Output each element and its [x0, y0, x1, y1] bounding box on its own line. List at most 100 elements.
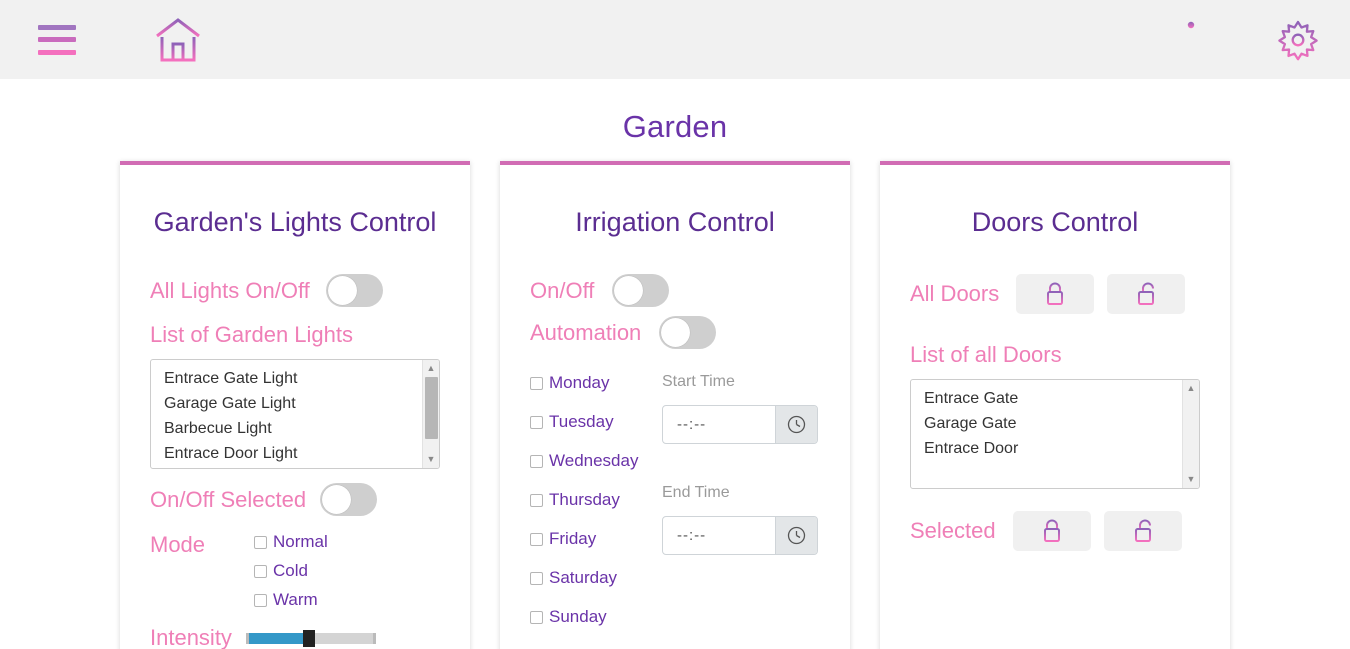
scrollbar-thumb[interactable]	[424, 377, 438, 439]
slider-end-cap	[372, 633, 376, 644]
mode-option-label: Normal	[273, 532, 328, 551]
irrigation-card-title: Irrigation Control	[575, 207, 775, 237]
day-label: Monday	[549, 373, 610, 392]
selected-lights-toggle-row: On/Off Selected	[150, 483, 440, 516]
day-label: Tuesday	[549, 412, 614, 431]
all-lights-label: All Lights On/Off	[150, 277, 310, 303]
list-item[interactable]: Barbecue Light	[164, 416, 439, 441]
checkbox-icon[interactable]	[530, 571, 543, 585]
lock-closed-icon	[1047, 282, 1064, 305]
day-checkbox-saturday[interactable]: Saturday	[530, 568, 662, 588]
checkbox-icon[interactable]	[254, 564, 267, 578]
start-time-field[interactable]: --:--	[662, 405, 818, 444]
selected-doors-unlock-button[interactable]	[1103, 511, 1182, 551]
day-checkbox-wednesday[interactable]: Wednesday	[530, 451, 662, 471]
mode-label: Mode	[150, 532, 206, 557]
lights-list-scrollbar[interactable]: ▲ ▼	[422, 360, 439, 468]
day-checkbox-friday[interactable]: Friday	[530, 529, 662, 549]
checkbox-icon[interactable]	[530, 493, 543, 507]
all-doors-label: All Doors	[910, 281, 1000, 306]
day-checkbox-tuesday[interactable]: Tuesday	[530, 412, 662, 432]
cards-container: Garden's Lights Control All Lights On/Of…	[0, 161, 1350, 649]
end-time-clock-icon[interactable]	[775, 517, 817, 554]
intensity-slider[interactable]	[245, 629, 376, 647]
list-item[interactable]: Entrace Gate Light	[164, 366, 439, 391]
day-label: Thursday	[549, 490, 620, 509]
hamburger-line-2	[38, 37, 76, 42]
list-item[interactable]: Garage Gate Light	[164, 391, 439, 416]
hamburger-line-3	[38, 49, 76, 55]
list-item[interactable]: Garage Gate	[924, 411, 1199, 436]
irrigation-control-card: Irrigation Control On/Off Automation Mon…	[500, 161, 850, 649]
lights-list-label: List of Garden Lights	[150, 322, 354, 347]
hamburger-line-1	[38, 24, 76, 30]
end-time-field[interactable]: --:--	[662, 516, 818, 555]
checkbox-icon[interactable]	[530, 532, 543, 546]
scrollbar-thumb[interactable]	[1185, 397, 1198, 471]
day-checkbox-thursday[interactable]: Thursday	[530, 490, 662, 510]
automation-row: Automation	[530, 316, 820, 349]
scroll-down-icon[interactable]: ▼	[427, 451, 436, 468]
start-time-value[interactable]: --:--	[663, 406, 775, 443]
page-title: Garden	[622, 109, 728, 144]
selected-doors-lock-button[interactable]	[1012, 511, 1091, 551]
checkbox-icon[interactable]	[530, 376, 543, 390]
intensity-label: Intensity	[150, 625, 232, 649]
intensity-row: Intensity	[150, 625, 440, 649]
irrigation-onoff-row: On/Off	[530, 274, 820, 307]
checkbox-icon[interactable]	[254, 593, 267, 607]
mode-option-cold[interactable]: Cold	[254, 561, 328, 581]
start-time-label: Start Time	[662, 373, 735, 390]
doors-list-items: Entrace Gate Garage Gate Entrace Door	[911, 380, 1199, 461]
onoff-selected-toggle[interactable]	[320, 483, 378, 516]
mode-option-normal[interactable]: Normal	[254, 532, 328, 552]
lock-open-icon	[1138, 282, 1155, 305]
irrigation-onoff-toggle[interactable]	[612, 274, 670, 307]
lights-card-title: Garden's Lights Control	[153, 207, 437, 237]
start-time-clock-icon[interactable]	[775, 406, 817, 443]
doors-card-title: Doors Control	[971, 207, 1139, 237]
lights-list-items: Entrace Gate Light Garage Gate Light Bar…	[151, 360, 439, 466]
day-label: Wednesday	[549, 451, 639, 470]
day-label: Saturday	[549, 568, 618, 587]
mode-option-label: Cold	[273, 561, 308, 580]
mode-options: Normal Cold Warm	[254, 532, 328, 619]
mode-option-label: Warm	[273, 590, 318, 609]
home-icon[interactable]	[154, 17, 202, 63]
all-doors-unlock-button[interactable]	[1107, 274, 1186, 314]
slider-thumb[interactable]	[303, 630, 316, 647]
lights-control-card: Garden's Lights Control All Lights On/Of…	[120, 161, 470, 649]
doors-list-scrollbar[interactable]: ▲ ▼	[1182, 380, 1199, 488]
list-item[interactable]: Entrace Gate	[924, 386, 1199, 411]
scroll-down-icon[interactable]: ▼	[1187, 471, 1196, 488]
header-left-group	[38, 17, 202, 63]
all-doors-row: All Doors	[910, 274, 1200, 314]
list-item[interactable]: Entrace Door Light	[164, 441, 439, 466]
lights-listbox[interactable]: Entrace Gate Light Garage Gate Light Bar…	[150, 359, 440, 469]
selected-doors-label: Selected	[910, 518, 996, 543]
day-checkbox-monday[interactable]: Monday	[530, 373, 662, 393]
hamburger-menu-icon[interactable]	[38, 24, 76, 55]
all-lights-toggle[interactable]	[325, 274, 383, 307]
header-right-group	[1178, 18, 1320, 62]
checkbox-icon[interactable]	[530, 415, 543, 429]
schedule-row: Monday Tuesday Wednesday Thursday Friday	[530, 373, 820, 636]
info-icon[interactable]	[1178, 18, 1276, 62]
scroll-up-icon[interactable]: ▲	[1187, 380, 1196, 397]
day-checkbox-sunday[interactable]: Sunday	[530, 607, 662, 627]
all-lights-toggle-row: All Lights On/Off	[150, 274, 440, 307]
gear-icon[interactable]	[1276, 18, 1320, 62]
end-time-value[interactable]: --:--	[663, 517, 775, 554]
all-doors-lock-button[interactable]	[1016, 274, 1095, 314]
mode-option-warm[interactable]: Warm	[254, 590, 328, 610]
end-time-label: End Time	[662, 484, 730, 501]
automation-toggle[interactable]	[659, 316, 717, 349]
doors-listbox[interactable]: Entrace Gate Garage Gate Entrace Door ▲ …	[910, 379, 1200, 489]
checkbox-icon[interactable]	[530, 610, 543, 624]
slider-start-cap	[245, 633, 249, 644]
checkbox-icon[interactable]	[254, 535, 267, 549]
list-item[interactable]: Entrace Door	[924, 436, 1199, 461]
checkbox-icon[interactable]	[530, 454, 543, 468]
onoff-selected-label: On/Off Selected	[150, 486, 307, 512]
scroll-up-icon[interactable]: ▲	[427, 360, 436, 377]
